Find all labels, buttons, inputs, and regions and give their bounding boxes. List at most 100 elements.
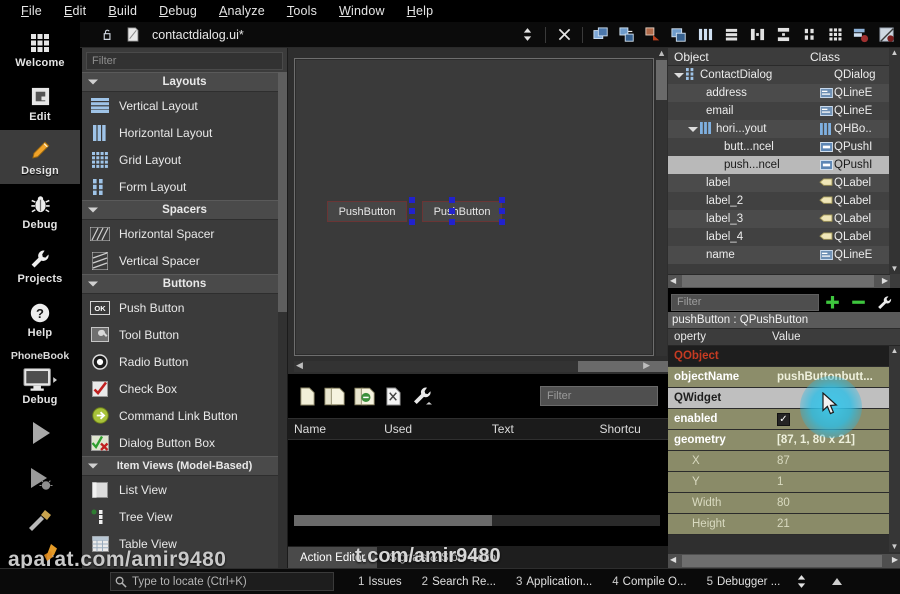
menu-analyze[interactable]: Analyze: [208, 2, 276, 20]
widget-box-filter-input[interactable]: Filter: [86, 52, 283, 70]
property-row-x[interactable]: X 87: [668, 451, 900, 472]
selection-handle[interactable]: [499, 208, 505, 214]
property-col-value[interactable]: Value: [772, 331, 801, 343]
mode-debug[interactable]: Debug: [0, 184, 80, 238]
action-table-body[interactable]: [288, 440, 668, 546]
edit-signals-slots-icon[interactable]: [617, 25, 637, 45]
selection-handle[interactable]: [409, 197, 415, 203]
property-group-qobject[interactable]: QObject: [668, 346, 900, 367]
property-editor-hscroll-thumb[interactable]: [682, 555, 882, 567]
tab-signals-slots-editor[interactable]: Signals & Slots Editor: [377, 547, 512, 568]
scroll-left-arrow-icon[interactable]: ◀: [296, 360, 303, 371]
property-value-objectname[interactable]: pushButtonbutt...: [772, 371, 900, 383]
property-editor-vertical-scrollbar[interactable]: ▲ ▼: [889, 346, 900, 552]
action-editor-filter-input[interactable]: Filter: [540, 386, 658, 406]
scroll-up-arrow-icon[interactable]: ▲: [889, 346, 900, 356]
property-row-width[interactable]: Width 80: [668, 493, 900, 514]
close-x-icon[interactable]: [554, 25, 574, 45]
object-tree-vertical-scrollbar[interactable]: ▲ ▼: [889, 48, 900, 274]
selection-handle[interactable]: [449, 219, 455, 225]
adjust-size-icon[interactable]: [851, 25, 871, 45]
widget-tool-button[interactable]: Tool Button: [82, 321, 287, 348]
twisty-open-icon[interactable]: [688, 126, 700, 132]
property-row-y[interactable]: Y 1: [668, 472, 900, 493]
locator-input[interactable]: Type to locate (Ctrl+K): [110, 572, 334, 591]
twisty-open-icon[interactable]: [674, 72, 686, 78]
scroll-up-arrow-icon[interactable]: ▲: [657, 48, 666, 58]
property-value-height[interactable]: 21: [772, 518, 900, 530]
enabled-checkbox[interactable]: ✓: [777, 412, 790, 426]
property-row-height[interactable]: Height 21: [668, 514, 900, 535]
mode-edit[interactable]: Edit: [0, 76, 80, 130]
property-row-enabled[interactable]: enabled ✓: [668, 409, 900, 430]
menu-debug[interactable]: Debug: [148, 2, 208, 20]
form-canvas[interactable]: PushButton PushButton: [294, 58, 654, 356]
unlocked-padlock-icon[interactable]: [97, 25, 117, 45]
scroll-right-arrow-icon[interactable]: ▶: [892, 555, 898, 564]
selection-handle[interactable]: [449, 197, 455, 203]
selection-handle[interactable]: [409, 208, 415, 214]
tab-action-editor[interactable]: Action Editor: [288, 547, 378, 568]
object-tree-row-selected[interactable]: push...ncel QPushI: [668, 156, 900, 174]
mode-projects[interactable]: Projects: [0, 238, 80, 292]
output-pane-updown-icon[interactable]: [796, 574, 807, 589]
wrench-icon[interactable]: [874, 292, 894, 312]
action-editor-scrollbar-thumb[interactable]: [294, 515, 492, 526]
menu-file[interactable]: File: [10, 2, 53, 20]
minus-green-icon[interactable]: [848, 292, 868, 312]
copy-action-icon[interactable]: [323, 386, 347, 406]
widget-horizontal-layout[interactable]: Horizontal Layout: [82, 119, 287, 146]
mode-welcome[interactable]: Welcome: [0, 22, 80, 76]
layout-form-icon[interactable]: [799, 25, 819, 45]
start-debugging-button[interactable]: [0, 458, 80, 502]
widget-form-layout[interactable]: Form Layout: [82, 173, 287, 200]
widget-radio-button[interactable]: Radio Button: [82, 348, 287, 375]
new-action-icon[interactable]: [297, 386, 317, 406]
object-tree-row[interactable]: label_3 QLabel: [668, 210, 900, 228]
property-group-qwidget[interactable]: QWidget: [668, 388, 900, 409]
property-value-width[interactable]: 80: [772, 497, 900, 509]
menu-help[interactable]: Help: [396, 2, 445, 20]
widget-group-spacers[interactable]: Spacers: [82, 200, 287, 220]
object-tree-row[interactable]: address QLineE: [668, 84, 900, 102]
selection-handle[interactable]: [499, 219, 505, 225]
widget-vertical-layout[interactable]: Vertical Layout: [82, 92, 287, 119]
widget-vertical-spacer[interactable]: Vertical Spacer: [82, 247, 287, 274]
menu-edit[interactable]: Edit: [53, 2, 97, 20]
layout-splitter-h-icon[interactable]: [747, 25, 767, 45]
layout-horizontally-icon[interactable]: [695, 25, 715, 45]
mode-help[interactable]: ? Help: [0, 292, 80, 346]
delete-action-icon[interactable]: [383, 386, 403, 406]
object-tree-row[interactable]: butt...ncel QPushI: [668, 138, 900, 156]
property-row-objectname[interactable]: objectName pushButtonbutt...: [668, 367, 900, 388]
action-col-name[interactable]: Name: [288, 422, 384, 436]
form-vertical-scrollbar-thumb[interactable]: [656, 60, 667, 100]
break-layout-icon[interactable]: [877, 25, 897, 45]
widget-push-button[interactable]: OK Push Button: [82, 294, 287, 321]
widget-group-item-views[interactable]: Item Views (Model-Based): [82, 456, 287, 476]
widget-tree-view[interactable]: Tree View: [82, 503, 287, 530]
widget-group-buttons[interactable]: Buttons: [82, 274, 287, 294]
scroll-right-arrow-icon[interactable]: ▶: [882, 276, 888, 285]
output-tab-debugger[interactable]: 5 Debugger ...: [697, 576, 791, 588]
menu-build[interactable]: Build: [97, 2, 148, 20]
object-tree-hscroll-thumb[interactable]: [682, 275, 874, 287]
menu-window[interactable]: Window: [328, 2, 396, 20]
widget-grid-layout[interactable]: Grid Layout: [82, 146, 287, 173]
output-tab-issues[interactable]: 1 Issues: [348, 576, 412, 588]
output-tab-application-output[interactable]: 3 Application...: [506, 576, 602, 588]
property-value-y[interactable]: 1: [772, 476, 900, 488]
open-file-name[interactable]: contactdialog.ui*: [152, 28, 244, 42]
object-col-class[interactable]: Class: [810, 50, 840, 64]
output-tab-compile-output[interactable]: 4 Compile O...: [602, 576, 696, 588]
updown-arrows-icon[interactable]: [517, 25, 537, 45]
widget-dialog-button-box[interactable]: Dialog Button Box: [82, 429, 287, 456]
edit-buddies-icon[interactable]: [643, 25, 663, 45]
widget-horizontal-spacer[interactable]: Horizontal Spacer: [82, 220, 287, 247]
object-tree-row[interactable]: email QLineE: [668, 102, 900, 120]
object-tree-row[interactable]: label QLabel: [668, 174, 900, 192]
build-button[interactable]: [0, 502, 80, 542]
selection-handle[interactable]: [449, 208, 455, 214]
menu-tools[interactable]: Tools: [276, 2, 328, 20]
edit-widgets-icon[interactable]: [591, 25, 611, 45]
